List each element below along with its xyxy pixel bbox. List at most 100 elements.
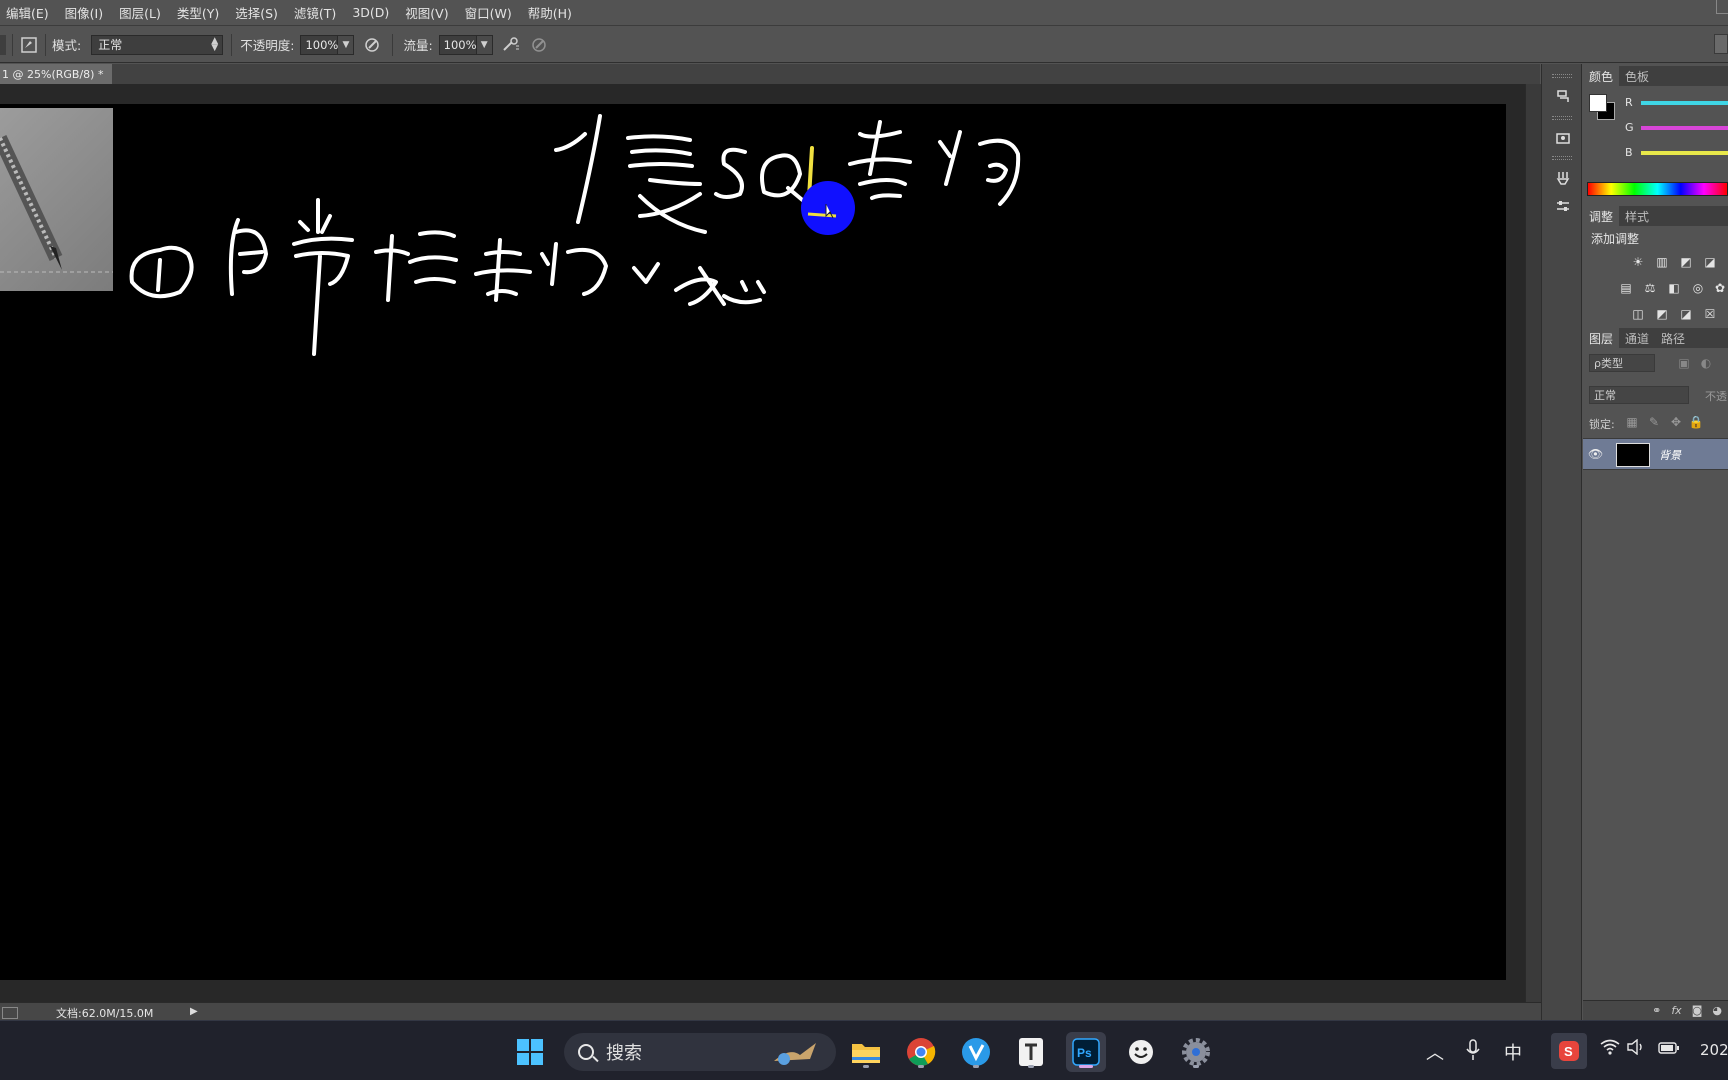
menu-filter[interactable]: 滤镜(T) bbox=[294, 3, 336, 22]
flow-dropdown-button[interactable]: ▼ bbox=[476, 34, 493, 55]
flow-input[interactable]: 100% bbox=[438, 34, 477, 55]
brush-presets-icon[interactable] bbox=[1552, 168, 1574, 188]
opacity-value: 100% bbox=[305, 37, 339, 52]
vertical-scrollbar[interactable] bbox=[1525, 84, 1541, 1004]
airbrush-icon[interactable] bbox=[501, 35, 521, 55]
ime-indicator[interactable]: 中 bbox=[1504, 1039, 1522, 1065]
color-balance-icon[interactable]: ⚖ bbox=[1641, 280, 1659, 296]
chevron-up-icon[interactable]: ︿ bbox=[1426, 1039, 1444, 1065]
exposure-icon[interactable]: ◪ bbox=[1701, 254, 1719, 270]
photoshop-icon[interactable]: Ps bbox=[1066, 1032, 1106, 1072]
channel-mixer-icon[interactable]: ✿ bbox=[1711, 280, 1728, 296]
posterize-icon[interactable]: ◩ bbox=[1653, 306, 1671, 322]
document-tab[interactable]: 1 @ 25%(RGB/8) * × bbox=[0, 64, 120, 84]
opacity-input[interactable]: 100% bbox=[300, 34, 339, 55]
typora-icon[interactable] bbox=[1011, 1032, 1051, 1072]
brightness-icon[interactable]: ☀ bbox=[1629, 254, 1647, 270]
blue-bar[interactable] bbox=[1641, 151, 1728, 155]
curves-icon[interactable]: ◩ bbox=[1677, 254, 1695, 270]
chrome-icon[interactable] bbox=[901, 1032, 941, 1072]
layer-filter-select[interactable]: ρ类型 bbox=[1589, 354, 1655, 372]
brush-panel-icon[interactable] bbox=[19, 35, 39, 55]
tab-styles[interactable]: 样式 bbox=[1619, 206, 1655, 226]
red-bar[interactable] bbox=[1641, 101, 1728, 105]
pressure-opacity-icon[interactable] bbox=[362, 35, 382, 55]
opacity-dropdown-button[interactable]: ▼ bbox=[338, 34, 355, 55]
clock[interactable]: 202 bbox=[1700, 1041, 1728, 1059]
search-placeholder: 搜索 bbox=[606, 1043, 642, 1064]
lock-pixels-icon[interactable]: ✎ bbox=[1645, 414, 1663, 430]
black-white-icon[interactable]: ◧ bbox=[1665, 280, 1683, 296]
settings-icon[interactable] bbox=[1176, 1032, 1216, 1072]
foreground-color-swatch[interactable] bbox=[1589, 94, 1607, 112]
green-bar[interactable] bbox=[1641, 126, 1728, 130]
adjustments-panel-tabs: 调整 样式 bbox=[1583, 206, 1728, 226]
zoom-icon[interactable] bbox=[2, 1006, 18, 1019]
vscode-like-icon[interactable] bbox=[956, 1032, 996, 1072]
new-adjustment-icon[interactable]: ◕ bbox=[1712, 1004, 1722, 1017]
tool-preset-dropdown[interactable] bbox=[0, 34, 6, 55]
levels-icon[interactable]: ▥ bbox=[1653, 254, 1671, 270]
mode-select[interactable]: 正常 ▲ ▼ bbox=[91, 34, 224, 55]
menu-bar: 编辑(E) 图像(I) 图层(L) 类型(Y) 选择(S) 滤镜(T) 3D(D… bbox=[0, 0, 1728, 26]
blue-slider[interactable]: B bbox=[1583, 144, 1728, 164]
fx-icon[interactable]: fx bbox=[1671, 1004, 1681, 1017]
image-filter-icon[interactable]: ▣ bbox=[1675, 355, 1693, 371]
selective-color-icon[interactable]: ☒ bbox=[1701, 306, 1719, 322]
menu-layer[interactable]: 图层(L) bbox=[119, 3, 161, 22]
lock-label: 锁定: bbox=[1589, 418, 1615, 431]
wifi-icon[interactable] bbox=[1600, 1039, 1620, 1060]
file-explorer-icon[interactable] bbox=[846, 1032, 886, 1072]
pressure-size-icon[interactable] bbox=[529, 35, 549, 55]
gradient-map-icon[interactable]: ◪ bbox=[1677, 306, 1695, 322]
volume-icon[interactable] bbox=[1627, 1038, 1645, 1060]
layer-row[interactable]: 👁 背景 bbox=[1583, 438, 1728, 470]
lock-all-icon[interactable]: 🔒 bbox=[1687, 414, 1705, 430]
emoji-icon[interactable] bbox=[1121, 1032, 1161, 1072]
grip-icon[interactable] bbox=[1552, 156, 1572, 160]
lock-transparent-icon[interactable]: ▦ bbox=[1623, 414, 1641, 430]
tab-adjustments[interactable]: 调整 bbox=[1583, 206, 1620, 226]
brush-settings-icon[interactable] bbox=[1552, 196, 1574, 216]
menu-type[interactable]: 类型(Y) bbox=[177, 3, 219, 22]
start-icon[interactable] bbox=[510, 1032, 550, 1072]
window-control[interactable] bbox=[1716, 0, 1728, 14]
menu-select[interactable]: 选择(S) bbox=[235, 3, 278, 22]
document-canvas[interactable] bbox=[0, 104, 1506, 980]
color-spectrum[interactable] bbox=[1587, 182, 1728, 196]
green-slider[interactable]: G bbox=[1583, 119, 1728, 139]
history-icon[interactable] bbox=[1552, 86, 1574, 106]
mode-value: 正常 bbox=[98, 38, 123, 52]
invert-icon[interactable]: ◫ bbox=[1629, 306, 1647, 322]
menu-image[interactable]: 图像(I) bbox=[65, 3, 103, 22]
menu-window[interactable]: 窗口(W) bbox=[465, 3, 512, 22]
grip-icon[interactable] bbox=[1552, 116, 1572, 120]
photo-filter-icon[interactable]: ◎ bbox=[1689, 280, 1707, 296]
microphone-icon[interactable] bbox=[1466, 1039, 1480, 1066]
adjustment-filter-icon[interactable]: ◐ bbox=[1697, 355, 1715, 371]
tab-layers[interactable]: 图层 bbox=[1583, 328, 1620, 348]
tab-paths[interactable]: 路径 bbox=[1655, 328, 1691, 348]
link-layers-icon[interactable]: ⚭ bbox=[1652, 1004, 1661, 1017]
menu-3d[interactable]: 3D(D) bbox=[352, 5, 389, 20]
hue-icon[interactable]: ▤ bbox=[1617, 280, 1635, 296]
add-mask-icon[interactable]: ◙ bbox=[1692, 1004, 1703, 1017]
play-arrow-icon[interactable]: ▶ bbox=[190, 1006, 198, 1017]
tab-channels[interactable]: 通道 bbox=[1619, 328, 1655, 348]
sogou-ime-icon[interactable]: S bbox=[1551, 1033, 1587, 1069]
divider bbox=[45, 33, 46, 56]
tab-swatches[interactable]: 色板 bbox=[1619, 66, 1655, 86]
search-icon bbox=[578, 1044, 594, 1060]
menu-help[interactable]: 帮助(H) bbox=[528, 3, 572, 22]
tab-color[interactable]: 颜色 bbox=[1583, 66, 1620, 86]
battery-icon[interactable] bbox=[1658, 1039, 1680, 1060]
workspace-switcher-button[interactable] bbox=[1714, 34, 1728, 54]
grip-icon[interactable] bbox=[1552, 74, 1572, 78]
eye-icon[interactable]: 👁 bbox=[1588, 447, 1603, 461]
search-box[interactable]: 搜索 bbox=[564, 1033, 836, 1071]
menu-edit[interactable]: 编辑(E) bbox=[6, 3, 49, 22]
blend-mode-select[interactable]: 正常 bbox=[1589, 386, 1689, 404]
lock-position-icon[interactable]: ✥ bbox=[1667, 414, 1685, 430]
menu-view[interactable]: 视图(V) bbox=[405, 3, 448, 22]
properties-icon[interactable] bbox=[1552, 128, 1574, 148]
